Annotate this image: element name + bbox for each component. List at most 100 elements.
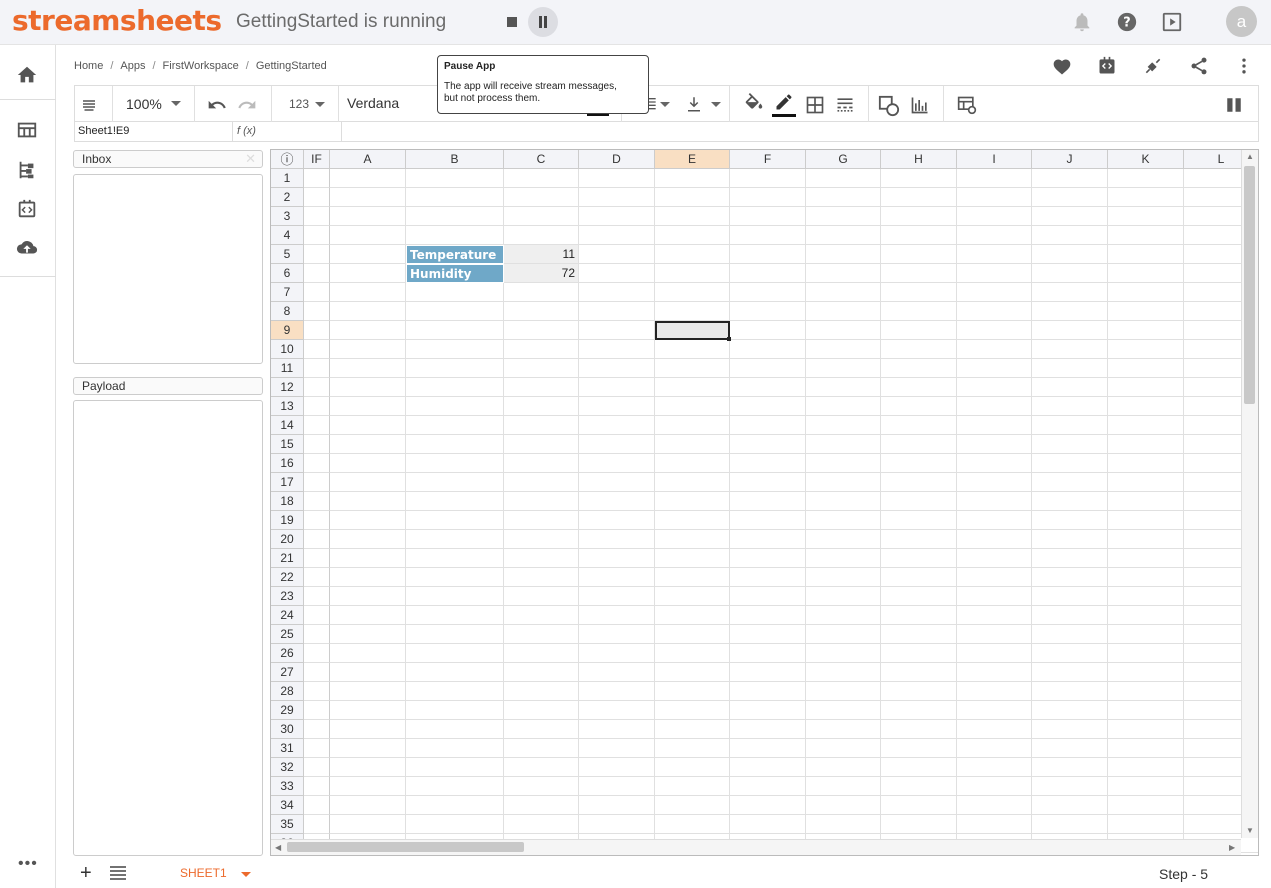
- cell-f33[interactable]: [730, 777, 806, 796]
- cell-f23[interactable]: [730, 587, 806, 606]
- cell-c14[interactable]: [504, 416, 579, 435]
- cell-g31[interactable]: [806, 739, 881, 758]
- cell-h23[interactable]: [881, 587, 957, 606]
- cell-j16[interactable]: [1032, 454, 1108, 473]
- info-icon[interactable]: ⓘ: [271, 150, 304, 169]
- cell-if14[interactable]: [304, 416, 330, 435]
- cell-if24[interactable]: [304, 606, 330, 625]
- cell-e9[interactable]: [655, 321, 731, 341]
- cell-d19[interactable]: [579, 511, 655, 530]
- cell-k35[interactable]: [1108, 815, 1184, 834]
- column-header-i[interactable]: I: [957, 150, 1032, 169]
- cell-if5[interactable]: [304, 245, 330, 264]
- cell-j18[interactable]: [1032, 492, 1108, 511]
- scroll-left-icon[interactable]: ◀: [275, 843, 281, 852]
- cell-g13[interactable]: [806, 397, 881, 416]
- cell-a13[interactable]: [330, 397, 406, 416]
- scroll-down-icon[interactable]: ▼: [1246, 826, 1254, 835]
- cell-d17[interactable]: [579, 473, 655, 492]
- cell-d28[interactable]: [579, 682, 655, 701]
- cell-b20[interactable]: [406, 530, 504, 549]
- cell-f32[interactable]: [730, 758, 806, 777]
- cell-f15[interactable]: [730, 435, 806, 454]
- cell-c33[interactable]: [504, 777, 579, 796]
- cell-i27[interactable]: [957, 663, 1032, 682]
- cell-a29[interactable]: [330, 701, 406, 720]
- fill-handle[interactable]: [727, 337, 731, 341]
- zoom-select[interactable]: 100%: [126, 96, 162, 112]
- row-header-31[interactable]: 31: [271, 739, 304, 758]
- cell-if8[interactable]: [304, 302, 330, 321]
- cell-e12[interactable]: [655, 378, 730, 397]
- cell-i20[interactable]: [957, 530, 1032, 549]
- column-header-f[interactable]: F: [730, 150, 806, 169]
- table-settings-icon[interactable]: [957, 95, 977, 120]
- cell-k33[interactable]: [1108, 777, 1184, 796]
- cell-h2[interactable]: [881, 188, 957, 207]
- cell-j35[interactable]: [1032, 815, 1108, 834]
- cell-a34[interactable]: [330, 796, 406, 815]
- cell-b18[interactable]: [406, 492, 504, 511]
- cell-if23[interactable]: [304, 587, 330, 606]
- cell-c26[interactable]: [504, 644, 579, 663]
- row-header-14[interactable]: 14: [271, 416, 304, 435]
- cell-c24[interactable]: [504, 606, 579, 625]
- cell-b15[interactable]: [406, 435, 504, 454]
- cell-b34[interactable]: [406, 796, 504, 815]
- cell-h1[interactable]: [881, 169, 957, 188]
- cell-i32[interactable]: [957, 758, 1032, 777]
- cell-i24[interactable]: [957, 606, 1032, 625]
- cell-d20[interactable]: [579, 530, 655, 549]
- row-header-12[interactable]: 12: [271, 378, 304, 397]
- chart-icon[interactable]: [910, 95, 930, 120]
- cell-i28[interactable]: [957, 682, 1032, 701]
- cell-d15[interactable]: [579, 435, 655, 454]
- cell-j4[interactable]: [1032, 226, 1108, 245]
- cell-a11[interactable]: [330, 359, 406, 378]
- cell-h20[interactable]: [881, 530, 957, 549]
- column-header-g[interactable]: G: [806, 150, 881, 169]
- cell-k17[interactable]: [1108, 473, 1184, 492]
- cell-i34[interactable]: [957, 796, 1032, 815]
- cell-if35[interactable]: [304, 815, 330, 834]
- row-header-15[interactable]: 15: [271, 435, 304, 454]
- cell-if13[interactable]: [304, 397, 330, 416]
- cell-b12[interactable]: [406, 378, 504, 397]
- cell-a14[interactable]: [330, 416, 406, 435]
- cell-if32[interactable]: [304, 758, 330, 777]
- cell-if19[interactable]: [304, 511, 330, 530]
- cell-g27[interactable]: [806, 663, 881, 682]
- cell-f21[interactable]: [730, 549, 806, 568]
- cell-e28[interactable]: [655, 682, 730, 701]
- cell-b29[interactable]: [406, 701, 504, 720]
- cell-h26[interactable]: [881, 644, 957, 663]
- cell-h3[interactable]: [881, 207, 957, 226]
- cell-k10[interactable]: [1108, 340, 1184, 359]
- cell-e19[interactable]: [655, 511, 730, 530]
- cell-k1[interactable]: [1108, 169, 1184, 188]
- cell-f4[interactable]: [730, 226, 806, 245]
- cell-b2[interactable]: [406, 188, 504, 207]
- cell-d14[interactable]: [579, 416, 655, 435]
- cell-b30[interactable]: [406, 720, 504, 739]
- cell-d24[interactable]: [579, 606, 655, 625]
- cell-i22[interactable]: [957, 568, 1032, 587]
- cell-h8[interactable]: [881, 302, 957, 321]
- cell-d2[interactable]: [579, 188, 655, 207]
- cell-if31[interactable]: [304, 739, 330, 758]
- cell-g22[interactable]: [806, 568, 881, 587]
- add-sheet-icon[interactable]: +: [80, 863, 92, 883]
- cell-j8[interactable]: [1032, 302, 1108, 321]
- cell-b11[interactable]: [406, 359, 504, 378]
- cell-b32[interactable]: [406, 758, 504, 777]
- cell-if17[interactable]: [304, 473, 330, 492]
- cell-h30[interactable]: [881, 720, 957, 739]
- cell-g33[interactable]: [806, 777, 881, 796]
- cell-j22[interactable]: [1032, 568, 1108, 587]
- cell-g28[interactable]: [806, 682, 881, 701]
- cell-b5[interactable]: Temperature: [406, 245, 504, 264]
- cell-if33[interactable]: [304, 777, 330, 796]
- cell-c3[interactable]: [504, 207, 579, 226]
- cell-c23[interactable]: [504, 587, 579, 606]
- breadcrumb-workspace[interactable]: FirstWorkspace: [163, 60, 239, 72]
